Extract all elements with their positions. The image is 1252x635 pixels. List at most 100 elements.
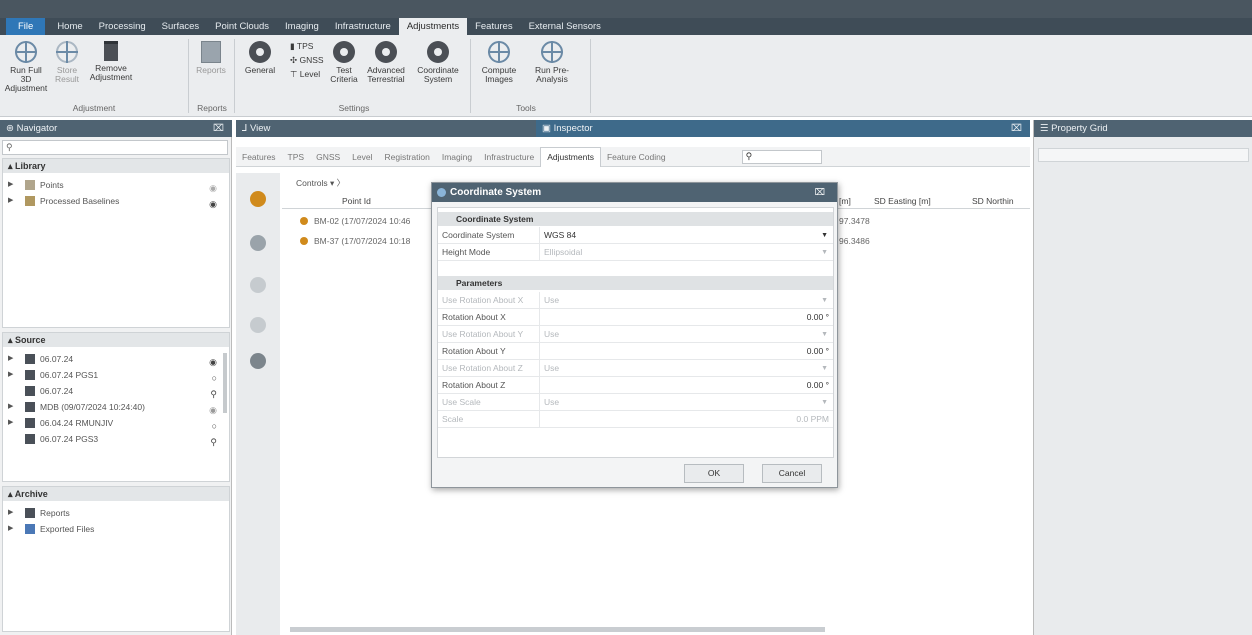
menu-features[interactable]: Features [467,18,521,35]
cancel-button[interactable]: Cancel [762,464,822,483]
tree-item-source[interactable]: ▶ MDB (09/07/2024 10:24:40) ◉ [3,399,229,415]
tree-item-source[interactable]: ▶ 06.07.24 PGS1 ○ [3,367,229,383]
level-option[interactable]: ⊤ Level [290,69,320,80]
results-icon[interactable] [250,353,266,369]
coordinate-system-button[interactable]: Coordinate System [414,41,462,84]
menu-point-clouds[interactable]: Point Clouds [207,18,277,35]
tree-item-source[interactable]: 06.07.24 PGS3 ⚲ [3,431,229,447]
tab-imaging[interactable]: Imaging [436,152,478,162]
archive-title[interactable]: ▴ Archive [3,487,229,501]
inspector-search-input[interactable]: ⚲ [741,149,822,164]
chevron-down-icon[interactable]: ▼ [821,360,828,377]
column-sd-easting[interactable]: SD Easting [m] [874,196,931,206]
tab-infrastructure[interactable]: Infrastructure [478,152,540,162]
coordinate-system-select[interactable]: Coordinate System WGS 84 ▼ [438,227,833,244]
menu-processing[interactable]: Processing [91,18,154,35]
tree-item-source[interactable]: 06.07.24 ⚲ [3,383,229,399]
menu-external-sensors[interactable]: External Sensors [521,18,609,35]
close-icon[interactable]: ⌧ [1011,120,1022,137]
height-mode-select[interactable]: Height Mode Ellipsoidal ▼ [438,244,833,261]
gear-icon [249,41,271,63]
category-coordinate-system[interactable]: Coordinate System [438,212,833,226]
use-rotation-y-select[interactable]: Use Rotation About Y Use ▼ [438,326,833,343]
horizontal-scrollbar[interactable] [290,627,825,632]
tab-level[interactable]: Level [346,152,378,162]
gnss-option[interactable]: ✣ GNSS [290,55,324,66]
use-rotation-x-select[interactable]: Use Rotation About X Use ▼ [438,292,833,309]
expand-icon[interactable]: ▶ [8,399,13,415]
chevron-down-icon[interactable]: ▼ [821,244,828,261]
observations-icon[interactable] [250,277,266,293]
navigator-search-input[interactable]: ⚲ [2,140,228,155]
menu-home[interactable]: Home [49,18,90,35]
chevron-down-icon[interactable]: ▼ [821,394,828,411]
tree-item-source[interactable]: ▶ 06.04.24 RMUNJIV ○ [3,415,229,431]
close-icon[interactable]: ⌧ [815,183,825,202]
ok-button[interactable]: OK [684,464,744,483]
expand-icon[interactable]: ▶ [8,193,13,209]
chevron-down-icon[interactable]: ▼ [821,227,828,244]
tree-item-reports[interactable]: ▶ Reports [3,505,229,521]
reports-button[interactable]: Reports [192,41,230,75]
tab-adjustments[interactable]: Adjustments [540,146,601,167]
expand-icon[interactable]: ▶ [8,351,13,367]
tree-item-points[interactable]: ▶ Points ◉ [3,177,229,193]
property-grid-selector[interactable] [1038,148,1249,162]
rotation-y-field[interactable]: Rotation About Y 0.00 ° [438,343,833,360]
inspector-header[interactable]: ▣ Inspector ⌧ [536,120,1030,137]
run-pre-analysis-button[interactable]: Run Pre-Analysis [526,41,578,84]
column-sd-northing[interactable]: SD Northin [972,196,1014,206]
app-window: File Home Processing Surfaces Point Clou… [0,0,1252,635]
column-partial[interactable]: [m] [839,196,851,206]
library-title[interactable]: ▴ Library [3,159,229,173]
controls-filter[interactable]: Controls ▾ 〉 [296,177,345,189]
expand-icon[interactable]: ▶ [8,415,13,431]
use-rotation-z-select[interactable]: Use Rotation About Z Use ▼ [438,360,833,377]
tab-registration[interactable]: Registration [379,152,436,162]
menu-imaging[interactable]: Imaging [277,18,327,35]
expand-icon[interactable]: ▶ [8,367,13,383]
use-scale-select[interactable]: Use Scale Use ▼ [438,394,833,411]
tree-item-processed-baselines[interactable]: ▶ Processed Baselines ◉ [3,193,229,209]
menu-file[interactable]: File [6,18,46,35]
close-icon[interactable]: ⌧ [213,120,224,137]
category-parameters[interactable]: Parameters [438,276,833,290]
file-icon [25,370,35,380]
column-point-id[interactable]: Point Id [342,196,371,206]
chevron-down-icon[interactable]: ▼ [821,326,828,343]
expand-icon[interactable]: ▶ [8,505,13,521]
general-button[interactable]: General [244,41,276,75]
menu-infrastructure[interactable]: Infrastructure [327,18,399,35]
chevron-down-icon[interactable]: ▼ [821,292,828,309]
store-result-button[interactable]: Store Result [52,41,82,84]
points-icon[interactable] [250,235,266,251]
scrollbar[interactable] [223,353,227,413]
tab-feature-coding[interactable]: Feature Coding [601,152,672,162]
visibility-icon[interactable]: ◉ [209,196,217,212]
rotation-z-field[interactable]: Rotation About Z 0.00 ° [438,377,833,394]
menu-adjustments[interactable]: Adjustments [398,18,468,35]
expand-icon[interactable]: ▶ [8,177,13,193]
tab-features[interactable]: Features [236,152,282,162]
tree-item-exported-files[interactable]: ▶ Exported Files [3,521,229,537]
controls-icon[interactable] [250,191,266,207]
tab-gnss[interactable]: GNSS [310,152,346,162]
rotation-x-field[interactable]: Rotation About X 0.00 ° [438,309,833,326]
tps-option[interactable]: ▮ TPS [290,41,313,52]
advanced-terrestrial-button[interactable]: Advanced Terrestrial [362,41,410,84]
remove-adjustment-button[interactable]: Remove Adjustment [88,41,134,82]
navigator-panel: ⊛ Navigator ⌧ ⚲ ▴ Library ▶ Points ◉ ▶ P… [0,120,232,635]
expand-icon[interactable]: ▶ [8,521,13,537]
dialog-title-bar[interactable]: Coordinate System ⌧ [432,183,837,202]
view-header[interactable]: ⅃ View [236,120,536,137]
source-title[interactable]: ▴ Source [3,333,229,347]
scale-field[interactable]: Scale 0.0 PPM [438,411,833,428]
menu-surfaces[interactable]: Surfaces [154,18,208,35]
tab-tps[interactable]: TPS [282,152,311,162]
test-criteria-button[interactable]: Test Criteria [330,41,358,84]
tree-item-source[interactable]: ▶ 06.07.24 ◉ [3,351,229,367]
compute-images-button[interactable]: Compute Images [476,41,522,84]
network-icon[interactable] [250,317,266,333]
antenna-icon[interactable]: ⚲ [210,434,217,450]
run-full-adjustment-button[interactable]: Run Full 3D Adjustment [4,41,48,93]
